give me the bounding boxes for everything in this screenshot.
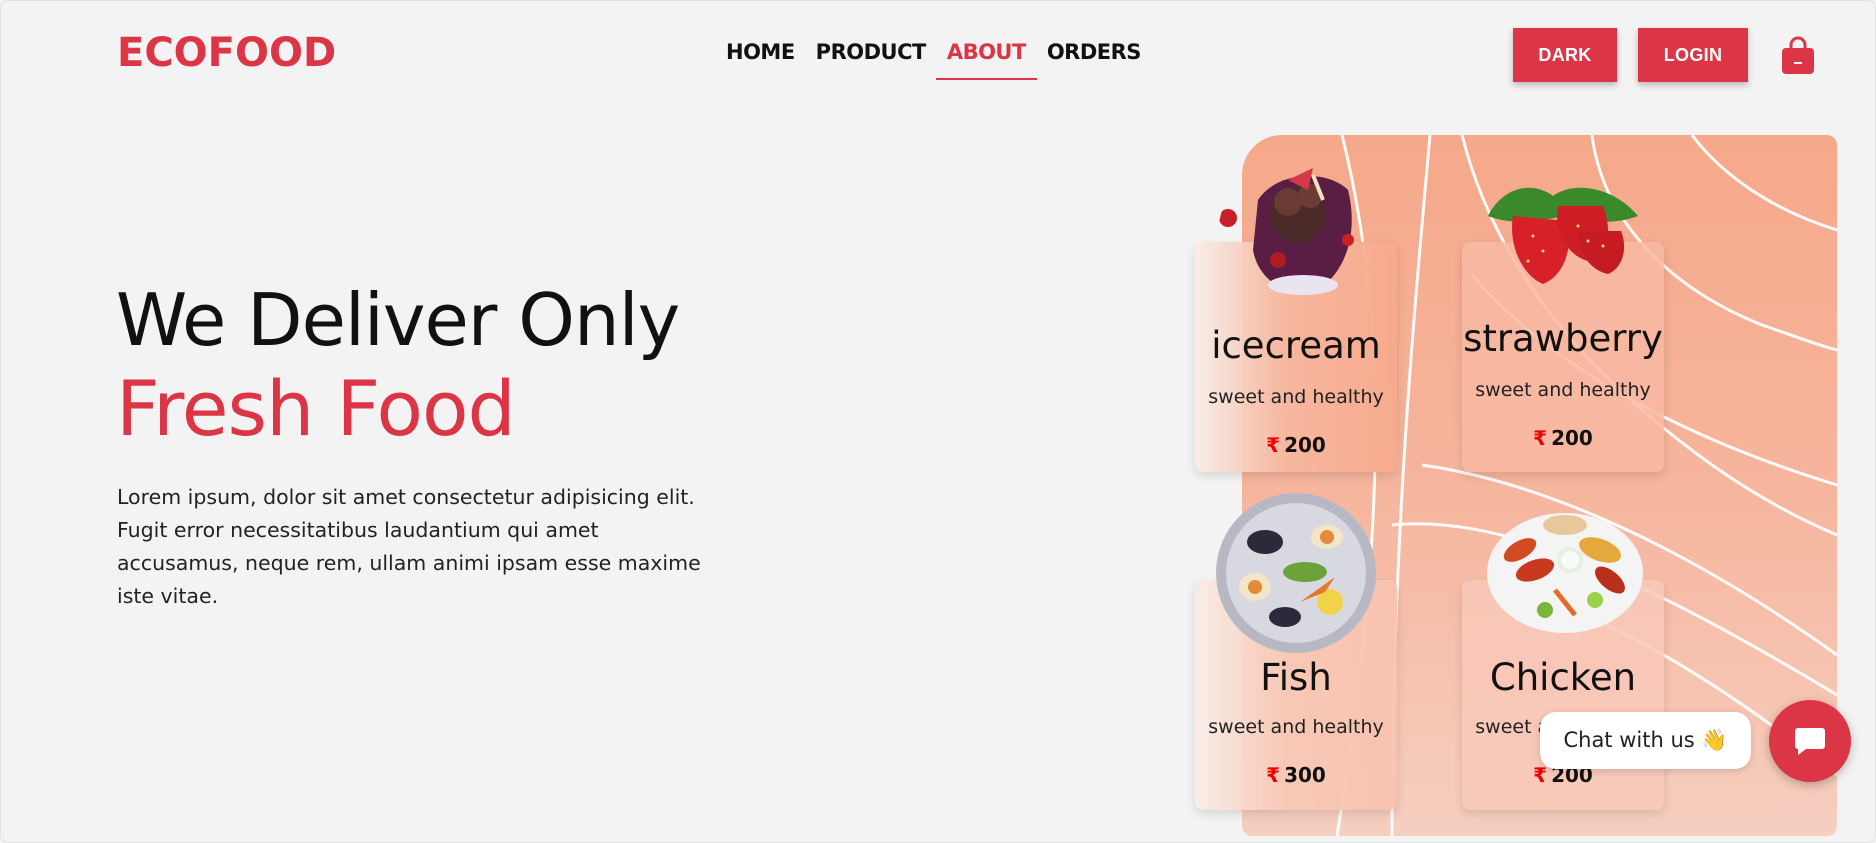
product-subtitle: sweet and healthy xyxy=(1208,386,1384,408)
strawberry-image xyxy=(1488,187,1638,284)
rupee-icon: ₹ xyxy=(1533,763,1548,787)
product-name: Fish xyxy=(1260,656,1332,699)
chat-bubble-icon xyxy=(1795,728,1825,755)
hero-description: Lorem ipsum, dolor sit amet consectetur … xyxy=(117,485,701,608)
product-name: Chicken xyxy=(1489,656,1637,699)
nav-product[interactable]: PRODUCT xyxy=(816,40,927,64)
dark-mode-button[interactable]: DARK xyxy=(1513,28,1617,82)
price-value: 300 xyxy=(1284,763,1326,787)
product-name: strawberry xyxy=(1463,317,1663,360)
product-price: ₹200 xyxy=(1462,426,1664,450)
price-value: 200 xyxy=(1284,433,1326,457)
logo[interactable]: ECOFOOD xyxy=(117,30,336,76)
shopping-bag-icon[interactable] xyxy=(1780,36,1816,76)
fish-platter-image xyxy=(1216,493,1376,653)
product-name: icecream xyxy=(1211,324,1381,367)
login-button[interactable]: LOGIN xyxy=(1638,28,1748,82)
product-price: ₹200 xyxy=(1195,433,1397,457)
hero-title: We Deliver Only xyxy=(116,278,680,362)
icecream-image xyxy=(1219,168,1354,295)
rupee-icon: ₹ xyxy=(1533,426,1548,450)
rupee-icon: ₹ xyxy=(1266,433,1281,457)
hero-title-highlight: Fresh Food xyxy=(116,364,516,453)
chicken-platter-image xyxy=(1487,513,1643,633)
product-subtitle: sweet and healthy xyxy=(1475,379,1651,401)
nav-home[interactable]: HOME xyxy=(726,40,795,64)
product-price: ₹300 xyxy=(1195,763,1397,787)
product-subtitle: sweet and healthy xyxy=(1208,716,1384,738)
nav-orders[interactable]: ORDERS xyxy=(1047,40,1142,64)
price-value: 200 xyxy=(1551,426,1593,450)
nav-about[interactable]: ABOUT xyxy=(935,40,1037,80)
rupee-icon: ₹ xyxy=(1266,763,1281,787)
main-nav: HOME PRODUCT ABOUT ORDERS xyxy=(726,40,1162,80)
chat-prompt[interactable]: Chat with us 👋 xyxy=(1540,712,1751,769)
chat-button[interactable] xyxy=(1769,700,1851,782)
